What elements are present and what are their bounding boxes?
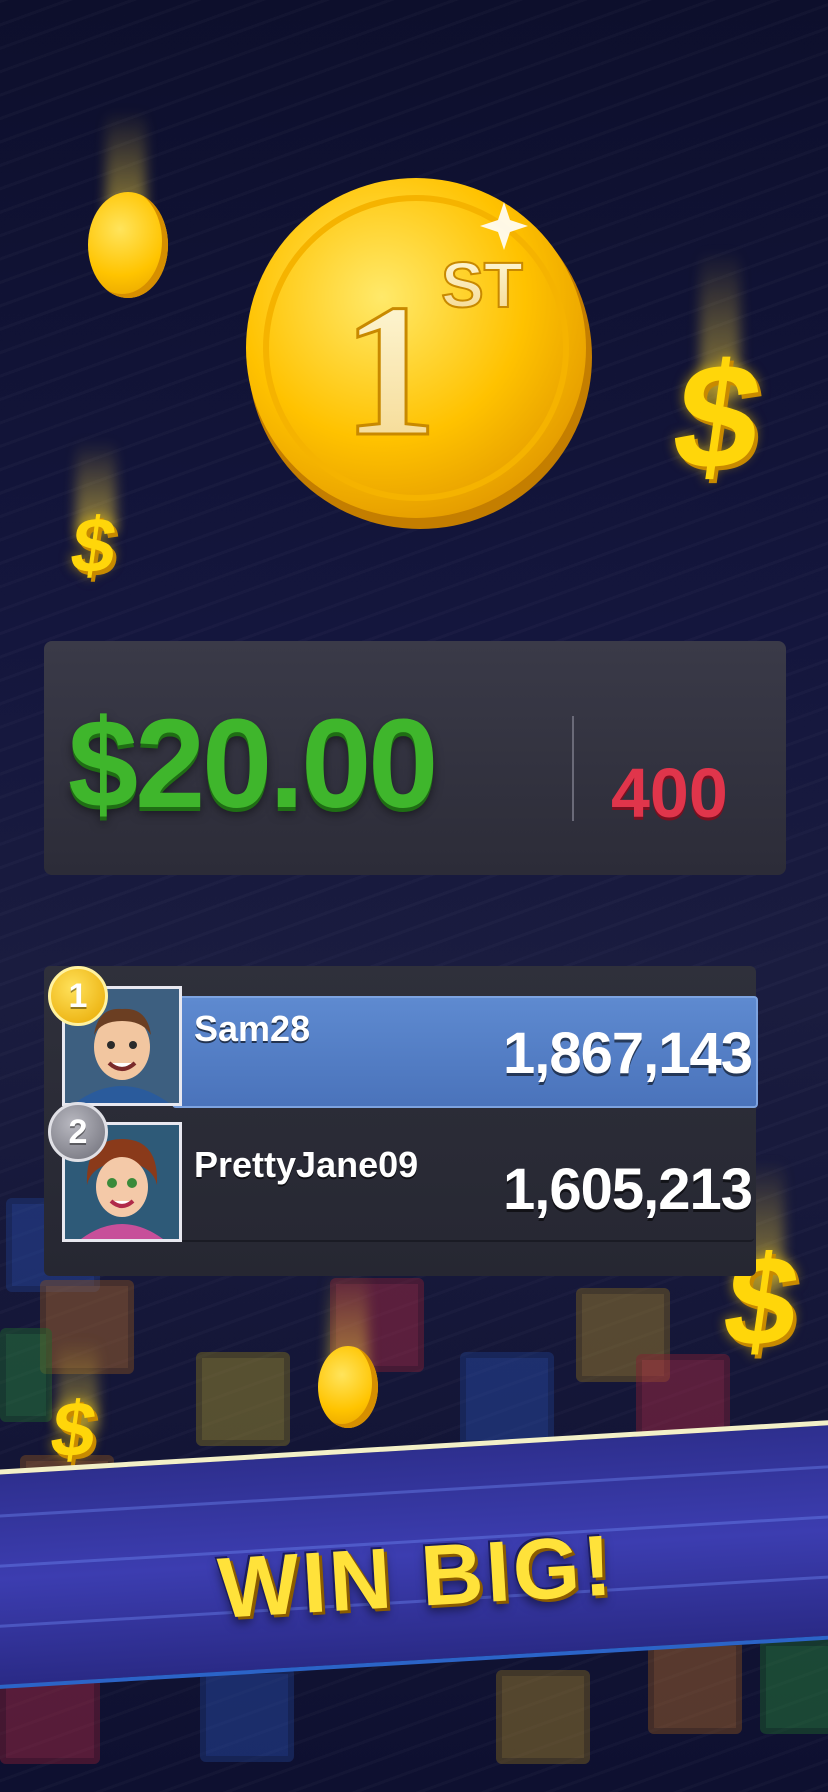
tile <box>760 1640 828 1734</box>
tile <box>196 1352 290 1446</box>
player-name: Sam28 <box>194 1008 311 1049</box>
tile <box>460 1352 554 1446</box>
falling-coin-icon <box>88 192 168 298</box>
tile <box>648 1640 742 1734</box>
rank-badge: 2 <box>48 1102 108 1162</box>
medal-rank-number: 1 <box>343 266 438 476</box>
prize-divider <box>572 716 574 821</box>
prize-points: 400 <box>611 754 728 832</box>
prize-panel: $20.00 400 <box>44 641 786 875</box>
medal-rank-suffix: ST <box>441 249 523 321</box>
tile <box>0 1328 52 1422</box>
prize-amount: $20.00 <box>68 693 438 834</box>
rank-badge: 1 <box>48 966 108 1026</box>
player-score: 1,867,143 <box>502 1021 753 1086</box>
tile <box>200 1668 294 1762</box>
falling-coin-icon <box>318 1346 378 1428</box>
leaderboard: 1 Sam28 1,867,143 2 PrettyJane09 1,605,2… <box>44 966 758 1276</box>
player-score: 1,605,213 <box>502 1157 753 1222</box>
leaderboard-row[interactable]: 1 Sam28 1,867,143 <box>48 966 758 1108</box>
first-place-medal-icon: 1 ST <box>246 178 592 529</box>
tile <box>496 1670 590 1764</box>
leaderboard-row[interactable]: 2 PrettyJane09 1,605,213 <box>48 1102 754 1242</box>
player-name: PrettyJane09 <box>194 1144 419 1185</box>
